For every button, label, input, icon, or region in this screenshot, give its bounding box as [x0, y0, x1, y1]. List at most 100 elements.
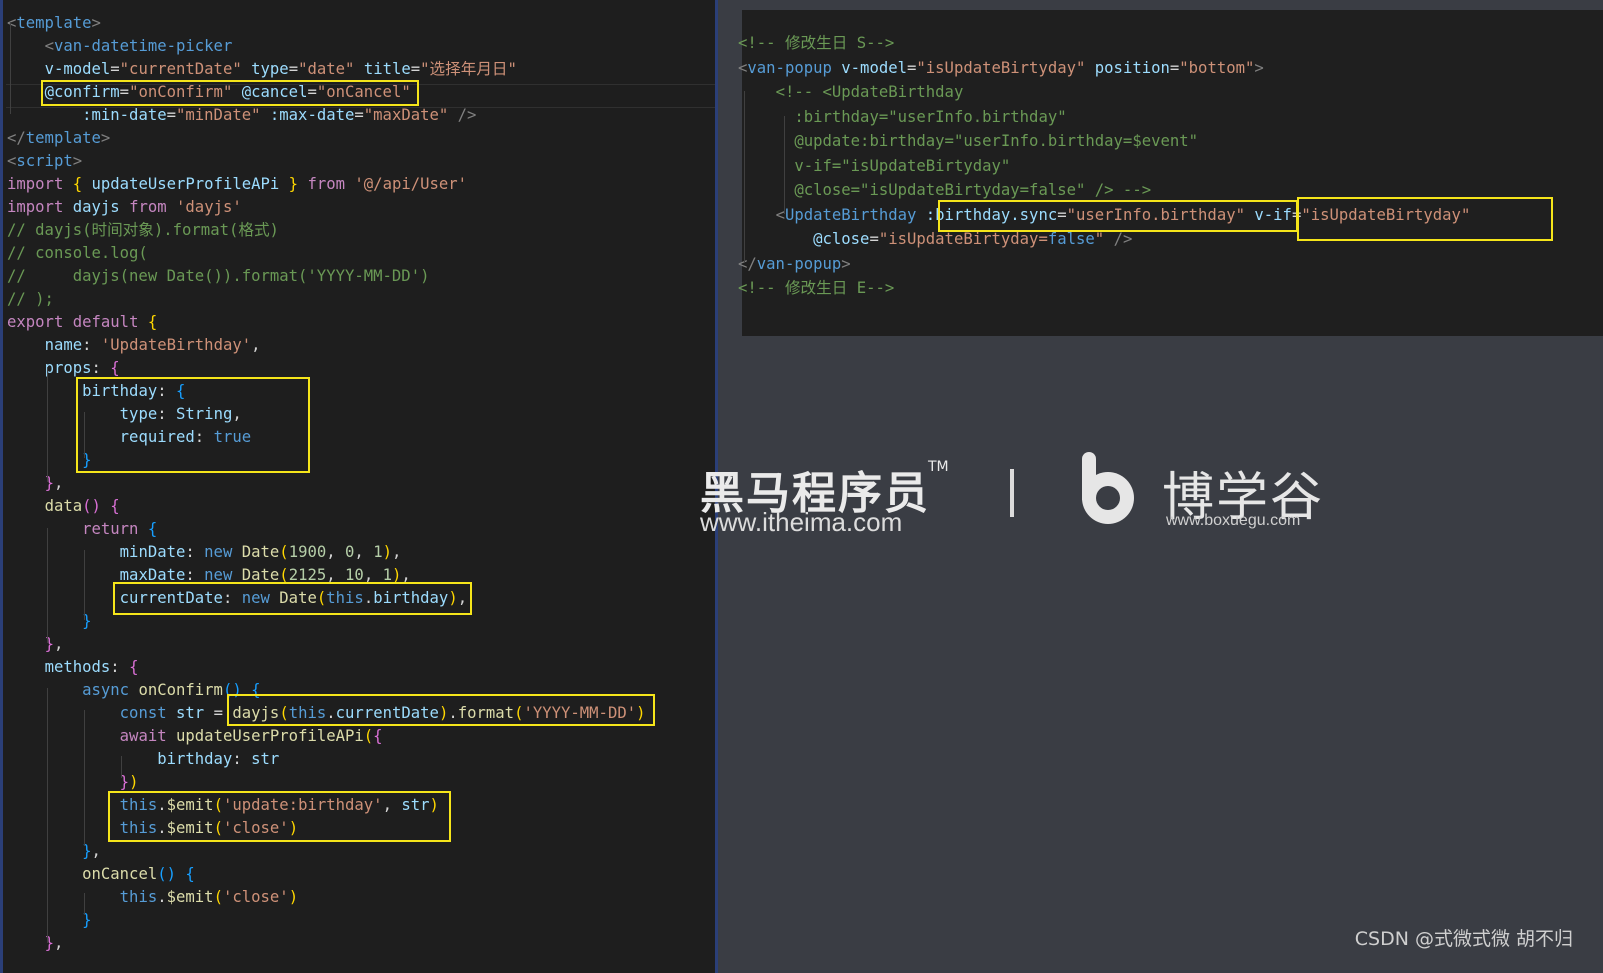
code-token: van-datetime-picker [53, 37, 233, 55]
code-token: = [204, 704, 233, 722]
code-line: } [7, 610, 91, 632]
code-token: default [72, 313, 139, 331]
code-token: "userInfo.birthday" [1066, 205, 1245, 224]
code-token: : [157, 382, 176, 400]
code-line: }) [7, 771, 139, 793]
code-line: type: String, [7, 403, 242, 425]
code-line: @confirm="onConfirm" @cancel="onCancel" [7, 81, 411, 103]
indent-guide [121, 756, 122, 778]
code-line: name: 'UpdateBirthday', [7, 334, 261, 356]
code-token: format [457, 704, 515, 722]
code-token: str [251, 750, 280, 768]
code-line: v-if="isUpdateBirtyday" [738, 155, 1010, 177]
code-token: ( [363, 727, 374, 745]
code-line: <!-- 修改生日 E--> [738, 277, 894, 299]
code-token: @cancel [241, 83, 308, 101]
code-token: Date [241, 543, 280, 561]
code-token: ( [213, 819, 223, 837]
code-token: template [25, 129, 101, 147]
code-token: , [354, 543, 374, 561]
code-token: // dayjs(时间对象).format(格式) [7, 221, 279, 239]
code-token: "date" [298, 60, 355, 78]
code-line: this.$emit('close') [7, 886, 298, 908]
code-token: ) [391, 566, 402, 584]
code-token: 1 [373, 543, 383, 561]
code-token: position [1094, 58, 1170, 77]
code-token: <!-- <UpdateBirthday [775, 83, 964, 101]
code-line: }, [7, 932, 64, 954]
code-token: : [185, 566, 205, 584]
code-token: str [401, 796, 430, 814]
code-token: ) [636, 704, 646, 722]
code-token: $emit [166, 796, 214, 814]
indent-guide [47, 367, 48, 482]
code-token: title [363, 60, 411, 78]
code-line: </van-popup> [738, 253, 851, 275]
code-token: v-if [1254, 205, 1292, 224]
code-token: . [363, 589, 374, 607]
code-token: ( [213, 888, 223, 906]
code-token: script [16, 152, 73, 170]
code-token: 1900 [288, 543, 327, 561]
code-token: "onConfirm" [129, 83, 233, 101]
code-token: ( [279, 566, 289, 584]
code-token: "maxDate" [363, 106, 449, 124]
code-token: , [391, 543, 402, 561]
code-token: "选择年月日" [420, 60, 517, 78]
code-token: currentDate [119, 589, 223, 607]
code-line: }, [7, 633, 64, 655]
code-line: minDate: new Date(1900, 0, 1), [7, 541, 402, 563]
code-line: maxDate: new Date(2125, 10, 1), [7, 564, 411, 586]
code-token: } [44, 635, 54, 653]
code-token: /> [1113, 230, 1133, 248]
code-token: . [448, 704, 458, 722]
code-line: data() { [7, 495, 120, 517]
code-token: dayjs [232, 704, 280, 722]
code-token: $emit [166, 819, 214, 837]
right-code-editor[interactable]: <!-- 修改生日 S--> <van-popup v-model="isUpda… [738, 10, 1603, 336]
left-code-editor[interactable]: <template> <van-datetime-picker v-model=… [0, 0, 718, 973]
code-token: 1 [382, 566, 392, 584]
code-token: str [176, 704, 205, 722]
code-token: minDate [119, 543, 186, 561]
code-token: </ [7, 129, 26, 147]
watermark-tm: TM [928, 459, 949, 475]
code-token: } [44, 934, 54, 952]
code-token: @confirm [44, 83, 120, 101]
code-token: currentDate [335, 704, 439, 722]
code-token: '@/api/User' [354, 175, 468, 193]
code-token: "currentDate" [119, 60, 242, 78]
code-token: <!-- 修改生日 E--> [738, 279, 895, 297]
code-token: > [841, 254, 851, 273]
code-token: () [82, 497, 101, 515]
code-token: Date [241, 566, 280, 584]
code-token: import [7, 198, 64, 216]
boxuegu-logo-icon [1082, 452, 1134, 524]
code-token: props [44, 359, 92, 377]
code-token: v-model [44, 60, 111, 78]
code-line: @update:birthday="userInfo.birthday=$eve… [738, 130, 1198, 152]
indent-guide [84, 412, 85, 458]
code-line: <van-popup v-model="isUpdateBirtyday" po… [738, 57, 1264, 79]
code-token: dayjs [72, 198, 120, 216]
